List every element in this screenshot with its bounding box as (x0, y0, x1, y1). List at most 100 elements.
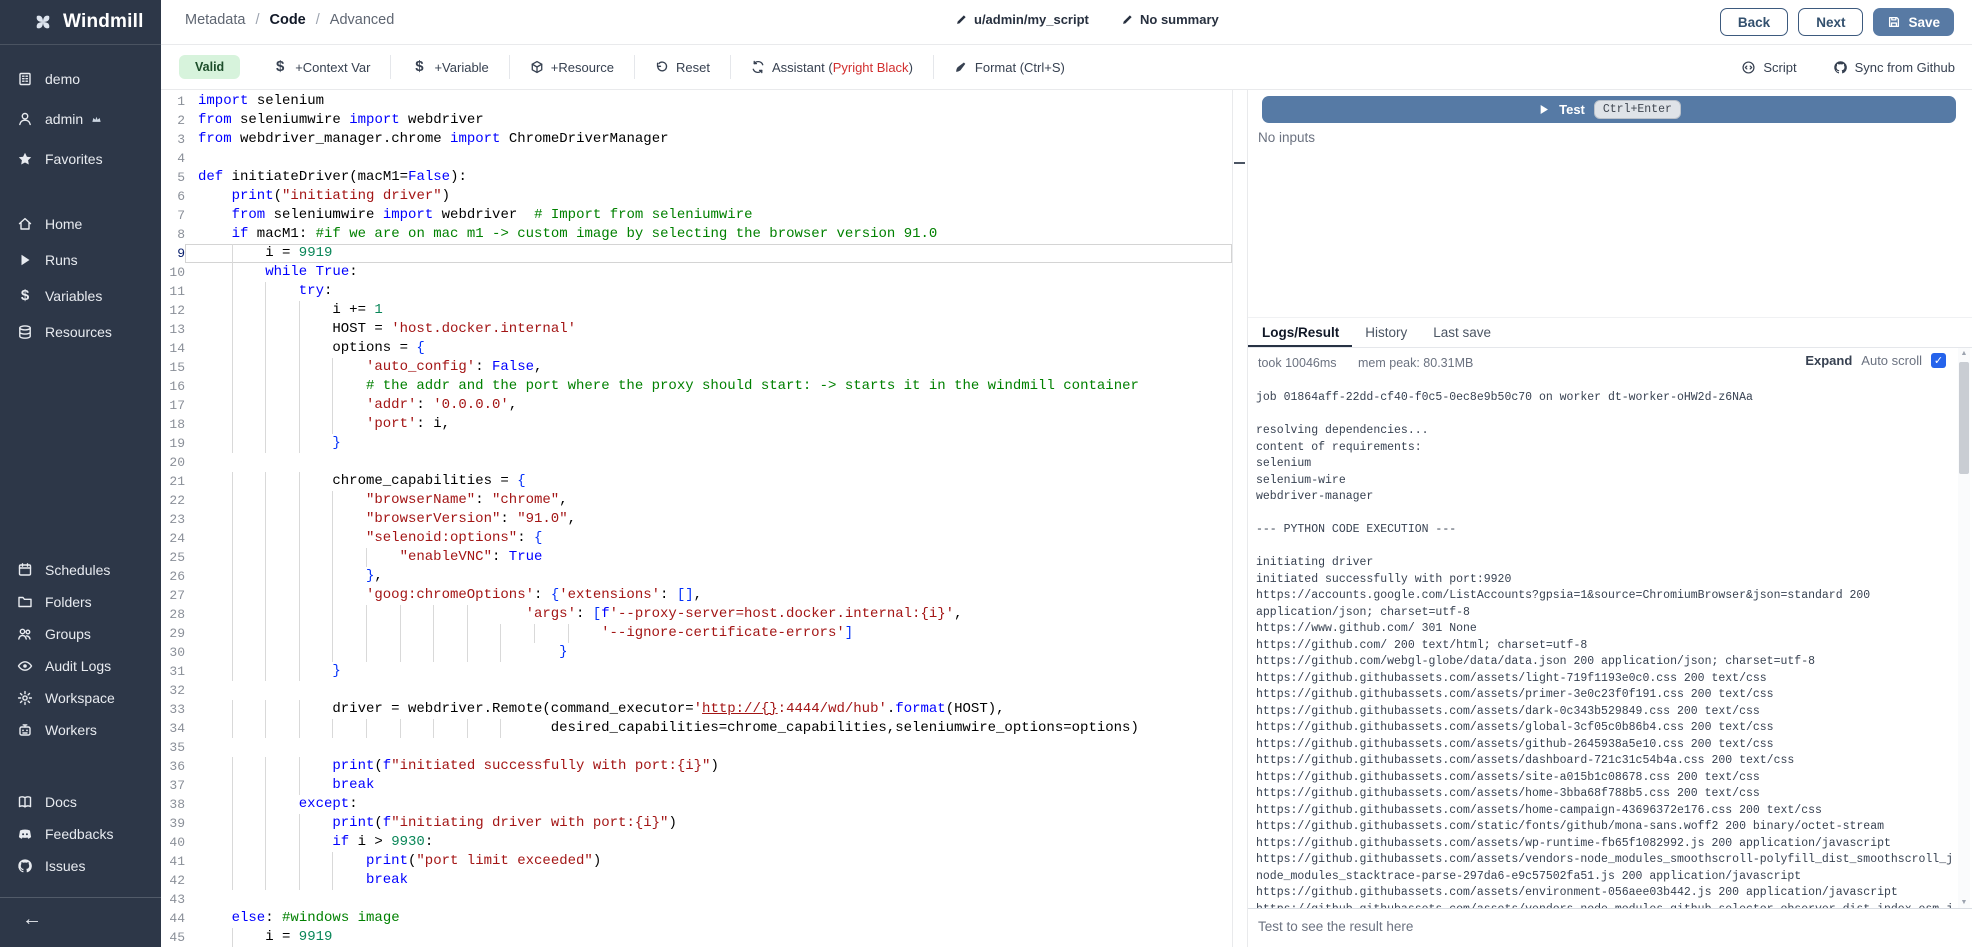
sidebar-item-favorites[interactable]: Favorites (0, 139, 161, 179)
code-line-14: 14options = { (161, 339, 1232, 358)
line-number: 6 (161, 187, 185, 206)
sidebar-item-label: Home (45, 216, 82, 232)
book-icon (17, 794, 33, 810)
code-line-content: i = 9919 (185, 928, 1232, 947)
tab-logs-result[interactable]: Logs/Result (1248, 318, 1352, 347)
sidebar-item-home[interactable]: Home (0, 206, 161, 242)
test-button[interactable]: Test Ctrl+Enter (1262, 96, 1956, 123)
sidebar-item-label: Resources (45, 324, 112, 340)
code-line-content: 'addr': '0.0.0.0', (185, 396, 1232, 415)
play-icon (1537, 103, 1550, 116)
windmill-logo-icon (32, 11, 54, 33)
sync-icon (751, 60, 765, 74)
log-scrollbar[interactable]: ▲ ▼ (1958, 348, 1970, 908)
code-line-9: 9i = 9919 (161, 244, 1232, 263)
code-line-22: 22"browserName": "chrome", (161, 491, 1232, 510)
sidebar-item-feedbacks[interactable]: Feedbacks (0, 818, 161, 850)
line-number: 20 (161, 453, 185, 472)
pencil-icon (955, 13, 968, 26)
scroll-down-icon[interactable]: ▼ (1958, 899, 1970, 906)
tab-advanced[interactable]: Advanced (330, 12, 395, 28)
sidebar-item-workers[interactable]: Workers (0, 714, 161, 746)
line-number: 31 (161, 662, 185, 681)
line-number: 12 (161, 301, 185, 320)
code-line-content: options = { (185, 339, 1232, 358)
code-line-content: def initiateDriver(macM1=False): (185, 168, 1232, 187)
code-line-content: try: (185, 282, 1232, 301)
code-line-content: if i > 9930: (185, 833, 1232, 852)
sidebar-item-workspace[interactable]: Workspace (0, 682, 161, 714)
scrollbar-thumb[interactable] (1959, 362, 1969, 474)
editor-overview-ruler[interactable] (1233, 90, 1247, 947)
expand-button[interactable]: Expand (1805, 353, 1852, 368)
toolbar-sync-from-github[interactable]: Sync from Github (1833, 60, 1955, 75)
sidebar-item-audit-logs[interactable]: Audit Logs (0, 650, 161, 682)
collapse-sidebar-button[interactable]: ← (22, 908, 42, 931)
code-line-content: 'port': i, (185, 415, 1232, 434)
tab-code[interactable]: Code (270, 12, 306, 28)
code-line-content: break (185, 871, 1232, 890)
toolbar-context-var[interactable]: $+Context Var (252, 55, 390, 79)
sidebar-item-schedules[interactable]: Schedules (0, 554, 161, 586)
code-line-content: }, (185, 567, 1232, 586)
toolbar-variable[interactable]: $+Variable (390, 55, 508, 79)
no-inputs-label: No inputs (1258, 130, 1315, 145)
sidebar-item-runs[interactable]: Runs (0, 242, 161, 278)
sidebar-item-demo[interactable]: demo (0, 59, 161, 99)
logo[interactable]: Windmill (0, 0, 161, 45)
sidebar-group-main: Home Runs$Variables Resources (0, 206, 161, 350)
sidebar-item-variables[interactable]: $Variables (0, 278, 161, 314)
sidebar-item-label: Docs (45, 794, 77, 810)
script-summary[interactable]: No summary (1121, 12, 1219, 27)
toolbar-assistant[interactable]: Assistant (Pyright Black) (730, 55, 933, 79)
code-line-31: 31} (161, 662, 1232, 681)
line-number: 45 (161, 928, 185, 947)
toolbar-resource[interactable]: +Resource (509, 55, 634, 79)
play-icon (1537, 103, 1550, 116)
sidebar-item-docs[interactable]: Docs (0, 786, 161, 818)
sidebar-item-folders[interactable]: Folders (0, 586, 161, 618)
autoscroll-label: Auto scroll (1861, 353, 1922, 368)
sidebar-item-label: Issues (45, 858, 85, 874)
tab-history[interactable]: History (1352, 318, 1420, 347)
line-number: 27 (161, 586, 185, 605)
code-editor[interactable]: 1import selenium2from seleniumwire impor… (161, 90, 1233, 947)
sidebar-group-admin: SchedulesFoldersGroupsAudit LogsWorkspac… (0, 554, 161, 746)
code-line-content: print("initiating driver") (185, 187, 1232, 206)
code-line-content: if macM1: #if we are on mac m1 -> custom… (185, 225, 1232, 244)
sidebar-item-issues[interactable]: Issues (0, 850, 161, 882)
toolbar-reset[interactable]: Reset (634, 55, 730, 79)
save-button[interactable]: Save (1873, 8, 1954, 36)
scroll-up-icon[interactable]: ▲ (1958, 350, 1970, 357)
database-icon (17, 324, 33, 340)
code-line-content: "browserName": "chrome", (185, 491, 1232, 510)
line-number: 38 (161, 795, 185, 814)
line-number: 15 (161, 358, 185, 377)
code-line-content: print(f"initiating driver with port:{i}"… (185, 814, 1232, 833)
code-line-content: break (185, 776, 1232, 795)
next-button[interactable]: Next (1798, 8, 1863, 36)
back-button[interactable]: Back (1720, 8, 1788, 36)
code-line-content: } (185, 643, 1232, 662)
building-icon (17, 71, 33, 87)
toolbar-script[interactable]: Script (1741, 60, 1796, 75)
code-line-30: 30 } (161, 643, 1232, 662)
sidebar-item-admin[interactable]: admin (0, 99, 161, 139)
toolbar-format-ctrl-s[interactable]: Format (Ctrl+S) (933, 55, 1085, 79)
code-line-43: 43 (161, 890, 1232, 909)
dollar-icon: $ (17, 288, 33, 304)
auto-scroll-checkbox[interactable]: ✓ (1931, 353, 1946, 368)
tab-last-save[interactable]: Last save (1420, 318, 1504, 347)
sidebar-item-resources[interactable]: Resources (0, 314, 161, 350)
pencil-icon (1121, 13, 1134, 26)
code-line-12: 12i += 1 (161, 301, 1232, 320)
code-line-36: 36print(f"initiated successfully with po… (161, 757, 1232, 776)
line-number: 13 (161, 320, 185, 339)
code-line-27: 27'goog:chromeOptions': {'extensions': [… (161, 586, 1232, 605)
tab-metadata[interactable]: Metadata (185, 12, 245, 28)
log-output[interactable]: job 01864aff-22dd-cf40-f0c5-0ec8e9b50c70… (1256, 390, 1954, 908)
line-number: 37 (161, 776, 185, 795)
script-path[interactable]: u/admin/my_script (955, 12, 1089, 27)
windmill-logo-icon (32, 11, 54, 33)
sidebar-item-groups[interactable]: Groups (0, 618, 161, 650)
